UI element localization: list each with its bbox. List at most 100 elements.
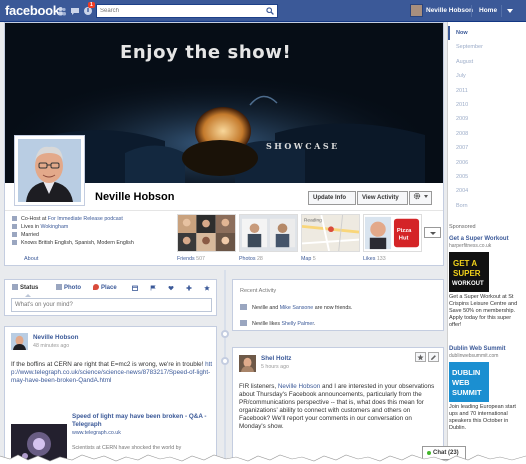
story-timestamp[interactable]: 5 hours ago — [261, 364, 289, 370]
ad-image-text: DUBLIN — [452, 368, 480, 377]
profile-name: Neville Hobson — [95, 191, 175, 203]
view-activity-button[interactable]: View Activity — [357, 191, 408, 205]
scrubber-item[interactable]: 2011 — [448, 84, 526, 98]
scrubber-item[interactable]: August — [448, 55, 526, 69]
home-icon — [12, 223, 17, 229]
activity-item: Neville likes Shelly Palmer. — [240, 320, 315, 327]
activity-link[interactable]: Shelly Palmer — [281, 321, 313, 327]
map-tile-label[interactable]: Map 5 — [301, 256, 316, 262]
link-snippet: Scientists at CERN have shocked the worl… — [72, 445, 182, 451]
story-post: Neville Hobson 48 minutes ago If the bof… — [4, 326, 217, 464]
like-icon — [240, 320, 247, 326]
link-title[interactable]: Speed of light may have been broken - Q&… — [72, 413, 212, 429]
cover-headline: Enjoy the show! — [120, 42, 292, 63]
scrubber-item[interactable]: July — [448, 69, 526, 83]
activity-item: Neville and Mike Sansone are now friends… — [240, 304, 352, 311]
friends-tile-label[interactable]: Friends 507 — [177, 256, 205, 262]
chat-button[interactable]: Chat (23) — [422, 446, 466, 460]
photos-tile-label[interactable]: Photos 28 — [239, 256, 263, 262]
update-info-button[interactable]: Update Info — [308, 191, 356, 205]
scrubber-item[interactable]: 2004 — [448, 184, 526, 198]
svg-text:Hut: Hut — [399, 236, 409, 242]
scrubber-item[interactable]: 2010 — [448, 98, 526, 112]
scrubber-item[interactable]: 2009 — [448, 112, 526, 126]
search-input[interactable] — [97, 5, 263, 17]
scrubber-item[interactable]: Born — [448, 199, 526, 213]
top-avatar[interactable] — [410, 4, 423, 17]
ad-image-text: WORKOUT — [452, 281, 484, 287]
flag-icon[interactable] — [150, 285, 156, 291]
speech-icon — [12, 239, 17, 245]
friends-tile[interactable] — [177, 214, 236, 252]
account-menu-chevron-down-icon[interactable] — [507, 9, 513, 13]
map-tile[interactable]: Reading — [301, 214, 360, 252]
about-item: Married — [12, 231, 172, 239]
tile-label-text: Map — [301, 256, 312, 262]
calendar-icon[interactable] — [132, 285, 138, 291]
status-input[interactable]: What's on your mind? — [11, 298, 212, 312]
svg-text:Pizza: Pizza — [397, 228, 412, 234]
tab-label: Status — [20, 285, 39, 291]
search-box — [96, 4, 278, 18]
story-text-body: and I are interested in your observation… — [239, 383, 435, 430]
story-text: FIR listeners, Neville Hobson and I are … — [239, 383, 439, 431]
scrubber-item[interactable]: 2005 — [448, 170, 526, 184]
top-profile-link[interactable]: Neville Hobson — [426, 7, 473, 14]
tab-status[interactable]: Status — [12, 284, 38, 291]
top-bar: facebook 1 Neville Hobson Home — [0, 0, 526, 22]
cover-caption: SHOWCASE — [266, 141, 340, 151]
activity-link[interactable]: Mike Sansone — [280, 305, 314, 311]
tab-photo[interactable]: Photo — [56, 284, 81, 291]
ad-image[interactable]: DUBLIN WEB SUMMIT — [449, 362, 489, 402]
about-link-location[interactable]: Wokingham — [40, 224, 68, 230]
map-pin-icon — [93, 284, 99, 290]
scrubber-item[interactable]: Now — [448, 26, 526, 41]
ad-url: harperfitness.co.uk — [449, 243, 492, 249]
home-link[interactable]: Home — [479, 7, 497, 14]
ad-dublin-web-summit[interactable]: Dublin Web Summit dublinwebsummit.com DU… — [449, 346, 523, 432]
scrubber-item[interactable]: September — [448, 40, 526, 54]
settings-gear-button[interactable] — [409, 191, 432, 205]
friend-requests-icon[interactable] — [57, 6, 67, 16]
tiles-more-chevron-down-icon[interactable] — [424, 227, 441, 238]
heart-icon — [12, 231, 17, 237]
ad-title[interactable]: Get a Super Workout — [449, 236, 523, 243]
ad-title[interactable]: Dublin Web Summit — [449, 346, 523, 353]
story-author[interactable]: Shel Holtz — [261, 355, 291, 362]
profile-picture[interactable] — [14, 135, 85, 206]
scrubber-item[interactable]: 2007 — [448, 141, 526, 155]
avatar[interactable] — [11, 333, 28, 350]
heart-icon[interactable] — [168, 285, 174, 291]
about-summary: Co-Host at For Immediate Release podcast… — [12, 215, 172, 247]
story-timestamp[interactable]: 48 minutes ago — [33, 343, 69, 349]
scrubber-item[interactable]: 2006 — [448, 156, 526, 170]
tile-label-text: Photos — [239, 256, 256, 262]
tab-place[interactable]: Place — [93, 284, 117, 291]
status-composer: Status Photo Place What's on your mind? — [4, 279, 217, 316]
scrubber-item[interactable]: 2008 — [448, 127, 526, 141]
photos-tile[interactable] — [239, 214, 298, 252]
messages-icon[interactable] — [70, 6, 80, 16]
edit-button[interactable] — [428, 352, 439, 362]
likes-tile-label[interactable]: Likes 133 — [363, 256, 386, 262]
about-tab-link[interactable]: About — [24, 256, 38, 262]
feature-star-button[interactable] — [415, 352, 426, 362]
activity-text: Neville and — [252, 305, 280, 311]
link-thumbnail[interactable] — [11, 424, 67, 464]
likes-tile[interactable]: Pizza Hut — [363, 214, 422, 252]
ad-image[interactable]: GET A SUPER WORKOUT — [449, 252, 489, 292]
story-text-body: If the boffins at CERN are right that E=… — [11, 361, 206, 368]
composer-pointer — [25, 294, 31, 297]
star-icon[interactable] — [204, 285, 210, 291]
facebook-logo[interactable]: facebook — [5, 3, 60, 18]
about-link-employer[interactable]: For Immediate Release podcast — [48, 216, 123, 222]
medical-icon[interactable] — [186, 285, 192, 291]
search-icon[interactable] — [266, 7, 274, 15]
ad-super-workout[interactable]: Get a Super Workout harperfitness.co.uk … — [449, 236, 523, 329]
story-mention-link[interactable]: Neville Hobson — [278, 383, 320, 390]
avatar[interactable] — [239, 355, 256, 372]
friends-icon — [240, 304, 247, 310]
link-url[interactable]: www.telegraph.co.uk — [72, 430, 121, 436]
story-author[interactable]: Neville Hobson — [33, 334, 79, 341]
story-text: If the boffins at CERN are right that E=… — [11, 361, 213, 385]
